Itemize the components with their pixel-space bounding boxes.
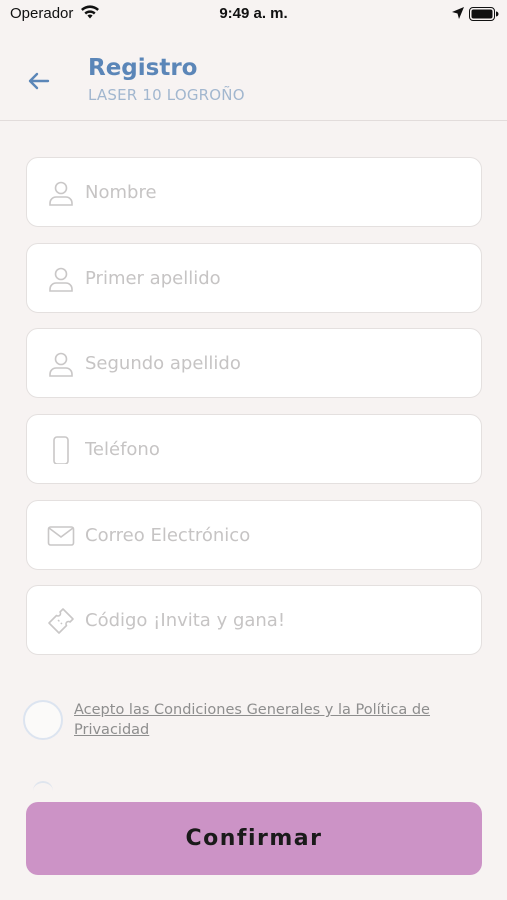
second-surname-input[interactable] (85, 329, 465, 397)
status-bar: Operador 9:49 a. m. (0, 0, 507, 28)
ticket-icon (47, 607, 75, 635)
clock: 9:49 a. m. (219, 5, 288, 22)
location-arrow-icon (451, 6, 465, 24)
terms-checkbox[interactable] (23, 700, 63, 740)
invite-code-input[interactable] (85, 586, 465, 654)
email-field[interactable] (26, 500, 482, 570)
partially-hidden-checkbox[interactable] (33, 781, 53, 791)
header: Registro LASER 10 LOGROÑO (0, 28, 507, 121)
battery-icon (469, 7, 499, 25)
phone-icon (47, 436, 75, 465)
arrow-left-icon (28, 72, 50, 90)
page-subtitle: LASER 10 LOGROÑO (88, 86, 245, 104)
user-icon (47, 350, 75, 378)
first-surname-input[interactable] (85, 244, 465, 312)
user-icon (47, 265, 75, 293)
second-surname-field[interactable] (26, 328, 482, 398)
phone-input[interactable] (85, 415, 465, 483)
name-input[interactable] (85, 158, 465, 226)
mail-icon (47, 522, 75, 550)
phone-field[interactable] (26, 414, 482, 484)
user-icon (47, 179, 75, 207)
terms-link[interactable]: Acepto las Condiciones Generales y la Po… (74, 700, 474, 740)
name-field[interactable] (26, 157, 482, 227)
confirm-button[interactable]: Confirmar (26, 802, 482, 875)
invite-code-field[interactable] (26, 585, 482, 655)
back-button[interactable] (24, 66, 54, 96)
page-title: Registro (88, 55, 198, 81)
first-surname-field[interactable] (26, 243, 482, 313)
email-input[interactable] (85, 501, 465, 569)
